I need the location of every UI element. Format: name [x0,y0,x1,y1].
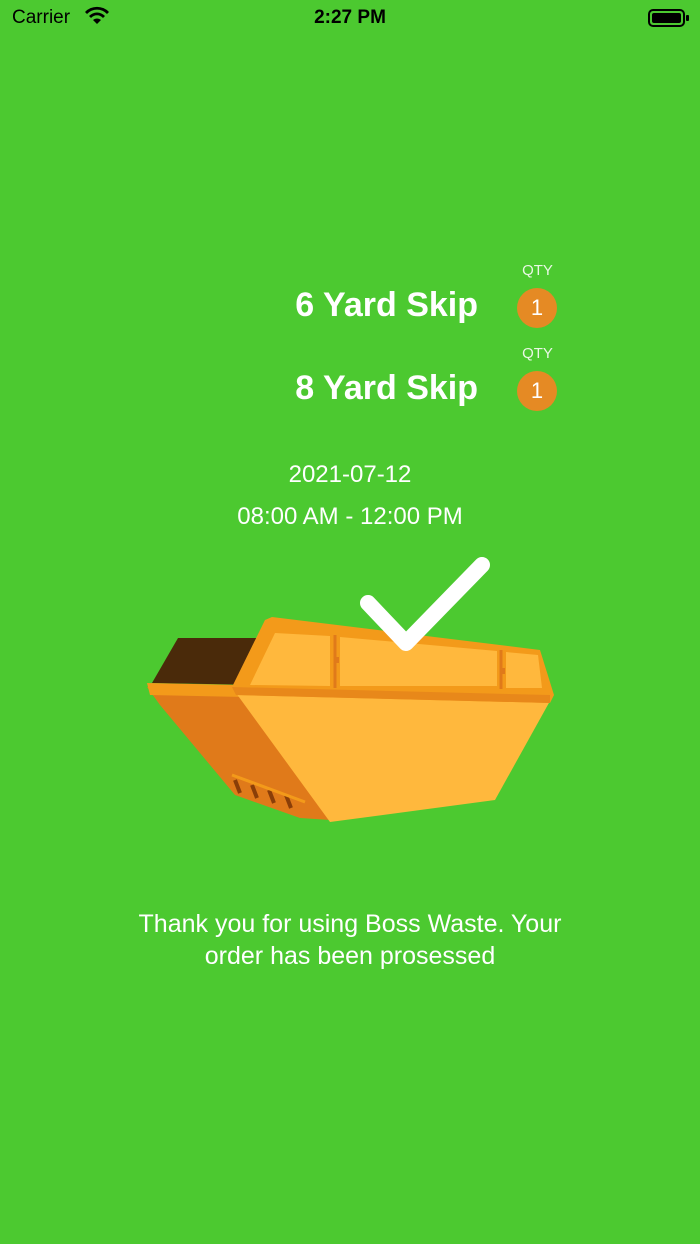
delivery-time-slot: 08:00 AM - 12:00 PM [237,503,463,530]
clock: 2:27 PM [314,7,386,28]
delivery-date: 2021-07-12 [288,461,412,488]
battery-icon [648,8,690,33]
qty-badge: 1 [517,371,557,411]
item-name: 6 Yard Skip [295,286,478,324]
qty-badge: 1 [517,288,557,328]
confirmation-message: Thank you for using Boss Waste. Your ord… [138,910,562,970]
status-bar: Carrier 2:27 PM [0,0,700,36]
item-name: 8 Yard Skip [295,369,478,407]
checkmark-icon [360,557,490,651]
qty-label: QTY [522,262,553,279]
qty-label: QTY [522,345,553,362]
skip-bin-icon [140,555,560,830]
